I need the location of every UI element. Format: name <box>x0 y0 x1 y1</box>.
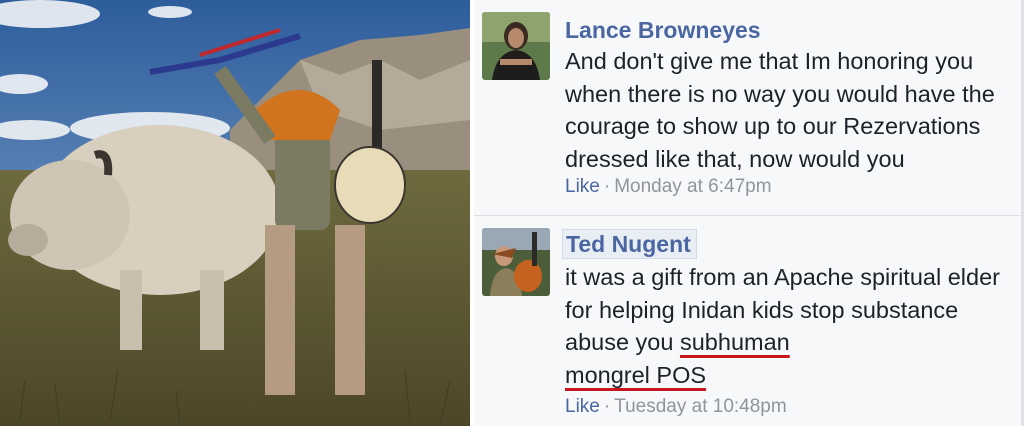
underlined-phrase: subhuman <box>679 329 790 355</box>
comment-thread: Lance Browneyes And don't give me that I… <box>474 0 1024 426</box>
comment-meta: Like · Monday at 6:47pm <box>565 176 772 198</box>
avatar-image <box>482 12 550 80</box>
meta-separator: · <box>603 396 611 417</box>
like-link[interactable]: Like <box>565 396 600 417</box>
avatar[interactable] <box>482 12 550 80</box>
comment-timestamp[interactable]: Tuesday at 10:48pm <box>614 396 787 417</box>
comment-author-link[interactable]: Ted Nugent <box>562 229 697 259</box>
comment-text: And don't give me that Im honoring you w… <box>565 48 995 172</box>
comment-text: it was a gift from an Apache spiritual e… <box>565 261 1005 391</box>
comment-meta: Like · Tuesday at 10:48pm <box>565 396 787 418</box>
comment-author-link[interactable]: Lance Browneyes <box>565 16 765 44</box>
avatar-image <box>482 228 550 296</box>
avatar[interactable] <box>482 228 550 296</box>
photo-illustration <box>0 0 470 426</box>
photo-panel <box>0 0 470 426</box>
comment-item: Ted Nugent it was a gift from an Apache … <box>474 215 1024 427</box>
underlined-phrase: mongrel POS <box>565 361 707 388</box>
comment-item: Lance Browneyes And don't give me that I… <box>474 0 1024 215</box>
like-link[interactable]: Like <box>565 176 600 197</box>
meta-separator: · <box>603 176 611 197</box>
comment-timestamp[interactable]: Monday at 6:47pm <box>614 176 771 197</box>
